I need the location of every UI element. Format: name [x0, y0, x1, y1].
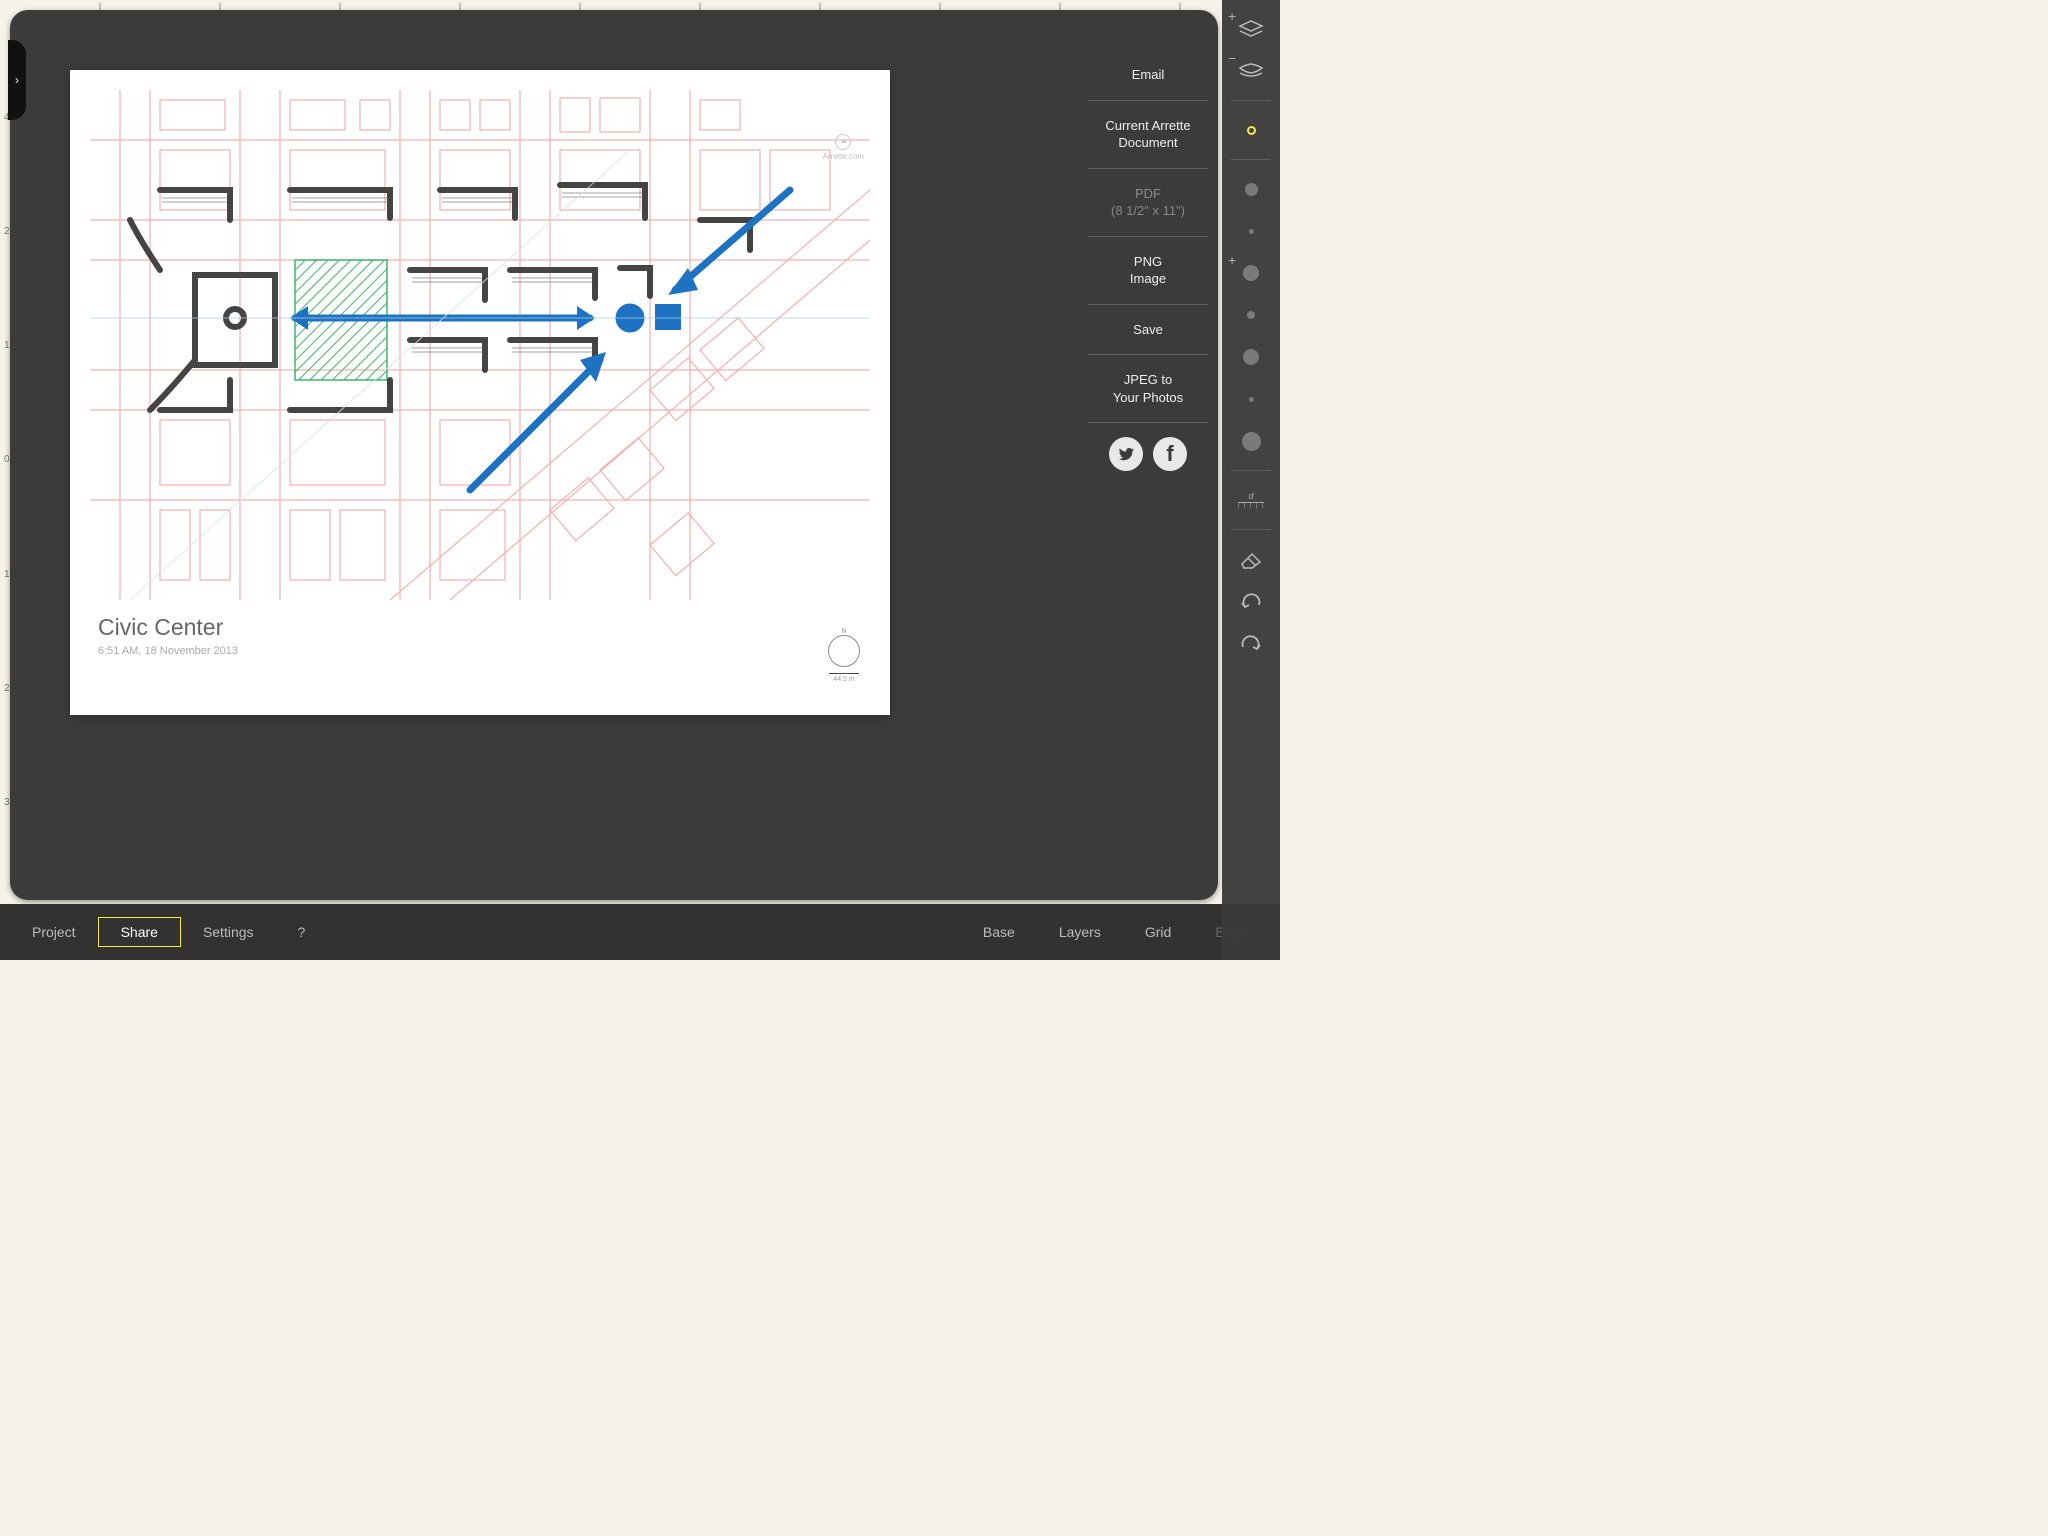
brush-ring-icon[interactable] — [1228, 111, 1274, 149]
sheet-preview: Arrette.com Civic Center 6:51 AM, 18 Nov… — [70, 70, 890, 715]
share-png[interactable]: PNG Image — [1088, 237, 1208, 305]
right-toolbar: d ||||| — [1222, 0, 1280, 960]
tab-help[interactable]: ? — [276, 916, 328, 948]
tab-grid[interactable]: Grid — [1123, 916, 1193, 948]
bottom-bar: Project Share Settings ? Base Layers Gri… — [0, 904, 1280, 960]
sheet-timestamp: 6:51 AM, 18 November 2013 — [98, 645, 870, 657]
tab-layers[interactable]: Layers — [1037, 916, 1123, 948]
brush-size-2[interactable] — [1228, 212, 1274, 250]
brush-size-1[interactable] — [1228, 170, 1274, 208]
drawer-handle[interactable]: › — [8, 40, 26, 120]
map-area: Arrette.com — [90, 90, 870, 600]
measure-tool-icon[interactable]: d ||||| — [1228, 481, 1274, 519]
eraser-icon[interactable] — [1228, 540, 1274, 578]
add-layer-icon[interactable] — [1228, 10, 1274, 48]
share-facebook-button[interactable]: f — [1153, 437, 1187, 471]
undo-icon[interactable] — [1228, 582, 1274, 620]
compass-scale: N 44.5 m — [828, 628, 860, 683]
brush-size-7[interactable] — [1228, 422, 1274, 460]
tab-project[interactable]: Project — [10, 916, 98, 948]
share-current-document[interactable]: Current Arrette Document — [1088, 101, 1208, 169]
remove-layer-icon[interactable] — [1228, 52, 1274, 90]
brush-size-3[interactable] — [1228, 254, 1274, 292]
sheet-title: Civic Center — [98, 614, 870, 641]
share-pdf[interactable]: PDF (8 1/2" x 11") — [1088, 169, 1208, 237]
brush-size-5[interactable] — [1228, 338, 1274, 376]
brush-size-4[interactable] — [1228, 296, 1274, 334]
share-jpeg-photos[interactable]: JPEG to Your Photos — [1088, 355, 1208, 423]
brush-size-6[interactable] — [1228, 380, 1274, 418]
tab-settings[interactable]: Settings — [181, 916, 276, 948]
tab-base[interactable]: Base — [961, 916, 1037, 948]
redo-icon[interactable] — [1228, 624, 1274, 662]
share-panel: Email Current Arrette Document PDF (8 1/… — [1088, 50, 1208, 485]
arrette-watermark: Arrette.com — [823, 134, 864, 161]
share-twitter-button[interactable] — [1109, 437, 1143, 471]
share-email[interactable]: Email — [1088, 50, 1208, 101]
main-panel: › — [10, 10, 1218, 900]
share-save[interactable]: Save — [1088, 305, 1208, 356]
tab-share[interactable]: Share — [98, 917, 181, 947]
